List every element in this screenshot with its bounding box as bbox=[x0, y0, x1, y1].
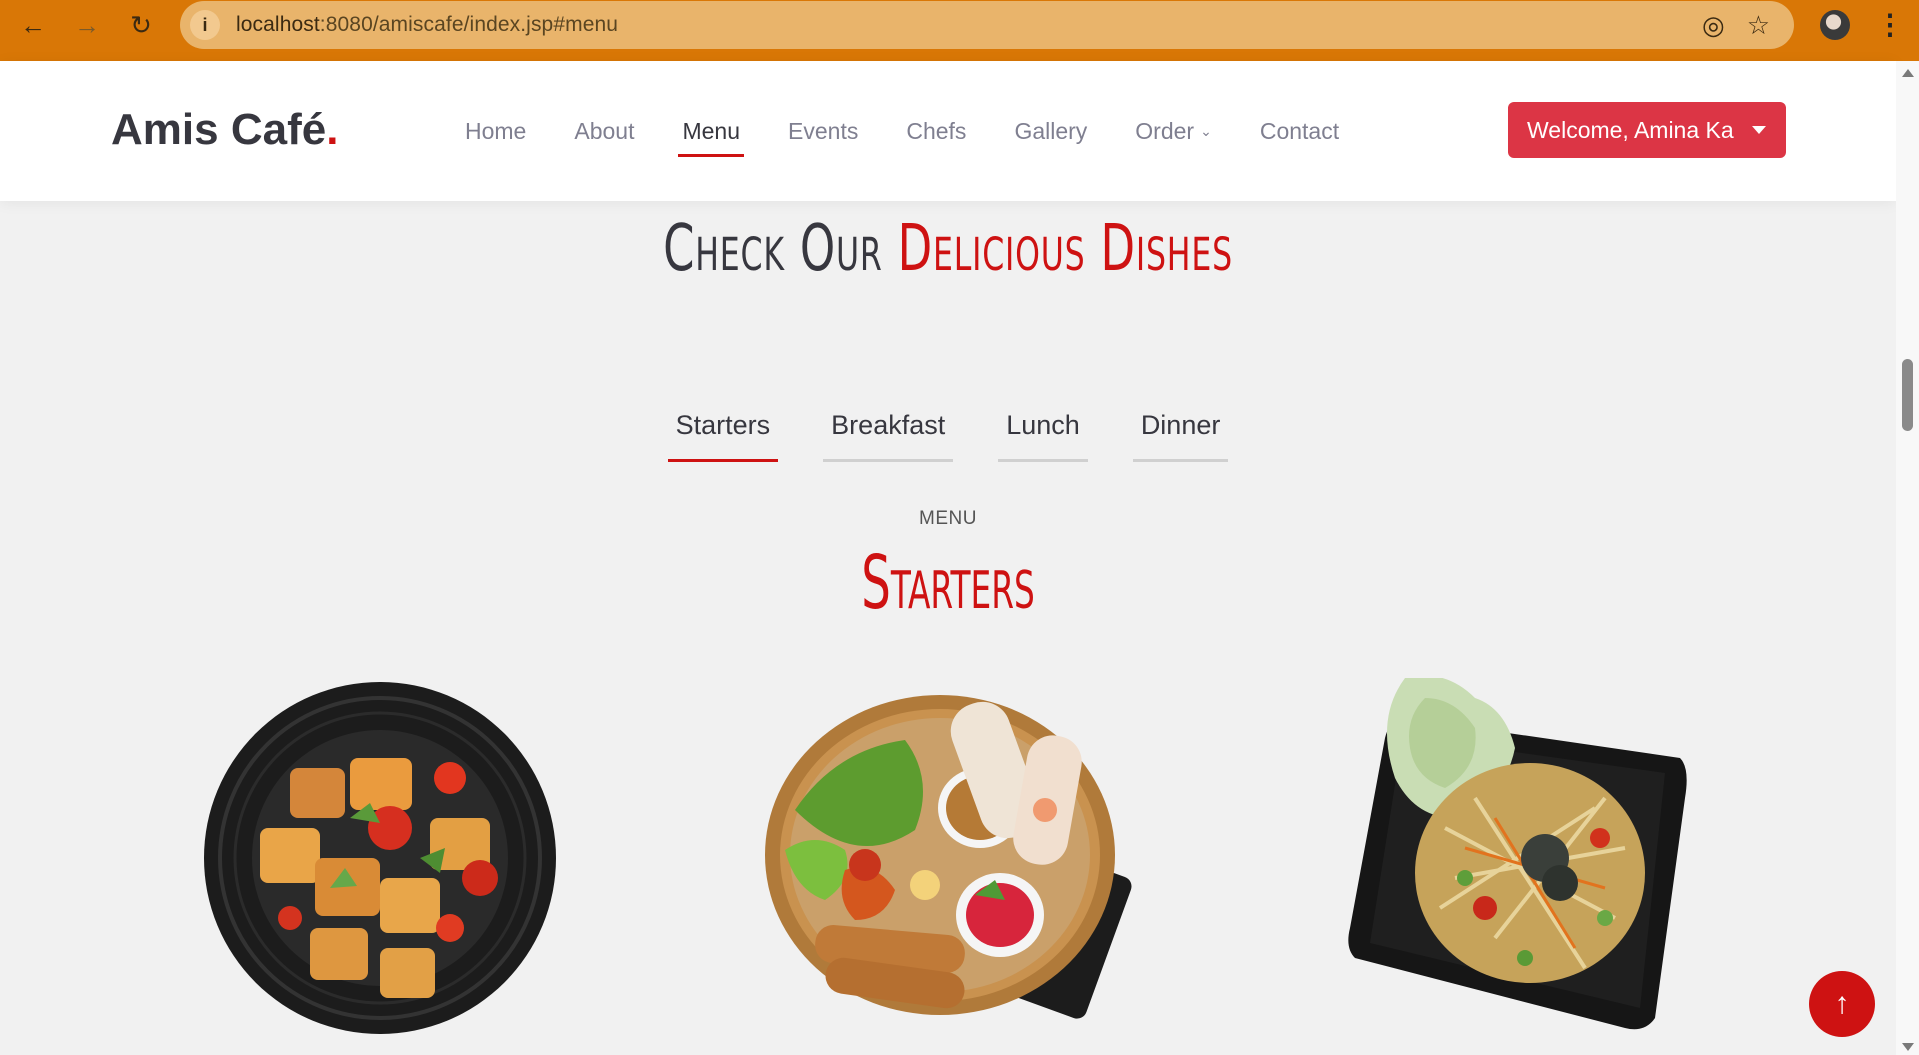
nav-contact[interactable]: Contact bbox=[1260, 110, 1339, 153]
site-logo[interactable]: Amis Café. bbox=[111, 105, 338, 155]
section-title: Starters bbox=[861, 540, 1035, 626]
menu-tabs: Starters Breakfast Lunch Dinner bbox=[0, 398, 1896, 462]
scroll-up-arrow-icon[interactable] bbox=[1902, 69, 1914, 77]
browser-menu-icon[interactable]: ⋮ bbox=[1876, 8, 1904, 41]
dish-image-spring-rolls[interactable] bbox=[765, 690, 1135, 1020]
main-nav: Home About Menu Events Chefs Gallery Ord… bbox=[465, 61, 1387, 201]
nav-about[interactable]: About bbox=[574, 110, 634, 153]
section-label: MENU bbox=[919, 508, 977, 529]
tab-starters[interactable]: Starters bbox=[667, 398, 779, 462]
scroll-down-arrow-icon[interactable] bbox=[1902, 1043, 1914, 1051]
nav-chefs[interactable]: Chefs bbox=[906, 110, 966, 153]
nav-order[interactable]: Order ⌄ bbox=[1135, 110, 1212, 153]
dish-image-tofu[interactable] bbox=[200, 678, 560, 1038]
caret-down-icon bbox=[1752, 126, 1766, 134]
star-icon[interactable]: ☆ bbox=[1747, 10, 1770, 41]
welcome-label: Welcome, Amina Ka bbox=[1527, 116, 1734, 143]
nav-menu[interactable]: Menu bbox=[678, 110, 744, 157]
dish-image-papaya-salad[interactable] bbox=[1345, 678, 1690, 1033]
forward-arrow-icon[interactable]: → bbox=[70, 10, 104, 40]
nav-home[interactable]: Home bbox=[465, 110, 526, 153]
profile-avatar[interactable] bbox=[1820, 10, 1850, 40]
user-dropdown-button[interactable]: Welcome, Amina Ka bbox=[1508, 102, 1786, 158]
section-headline: Check Our Delicious Dishes bbox=[209, 212, 1688, 286]
back-to-top-button[interactable]: ↑ bbox=[1809, 971, 1875, 1037]
headline-part1: Check Our bbox=[663, 212, 883, 286]
tab-breakfast[interactable]: Breakfast bbox=[823, 398, 954, 462]
site-header: Amis Café. Home About Menu Events Chefs … bbox=[0, 61, 1896, 201]
nav-order-label: Order bbox=[1135, 117, 1195, 144]
browser-toolbar: ← → ↻ i localhost:8080/amiscafe/index.js… bbox=[0, 0, 1919, 61]
nav-gallery[interactable]: Gallery bbox=[1014, 110, 1087, 153]
scrollbar-thumb[interactable] bbox=[1902, 359, 1913, 431]
reload-icon[interactable]: ↻ bbox=[124, 10, 158, 40]
eye-off-icon[interactable]: ◎ bbox=[1702, 10, 1725, 41]
arrow-up-icon: ↑ bbox=[1834, 987, 1850, 1020]
tab-lunch[interactable]: Lunch bbox=[998, 398, 1088, 462]
headline-part2: Delicious Dishes bbox=[897, 212, 1233, 286]
address-bar[interactable]: i localhost:8080/amiscafe/index.jsp#menu… bbox=[180, 1, 1794, 49]
nav-events[interactable]: Events bbox=[788, 110, 858, 153]
chevron-down-icon: ⌄ bbox=[1200, 122, 1212, 139]
tab-dinner[interactable]: Dinner bbox=[1132, 398, 1229, 462]
site-info-icon[interactable]: i bbox=[190, 10, 220, 40]
back-arrow-icon[interactable]: ← bbox=[16, 10, 50, 40]
page-scrollbar[interactable] bbox=[1896, 61, 1919, 1055]
url-text[interactable]: localhost:8080/amiscafe/index.jsp#menu bbox=[236, 13, 618, 37]
